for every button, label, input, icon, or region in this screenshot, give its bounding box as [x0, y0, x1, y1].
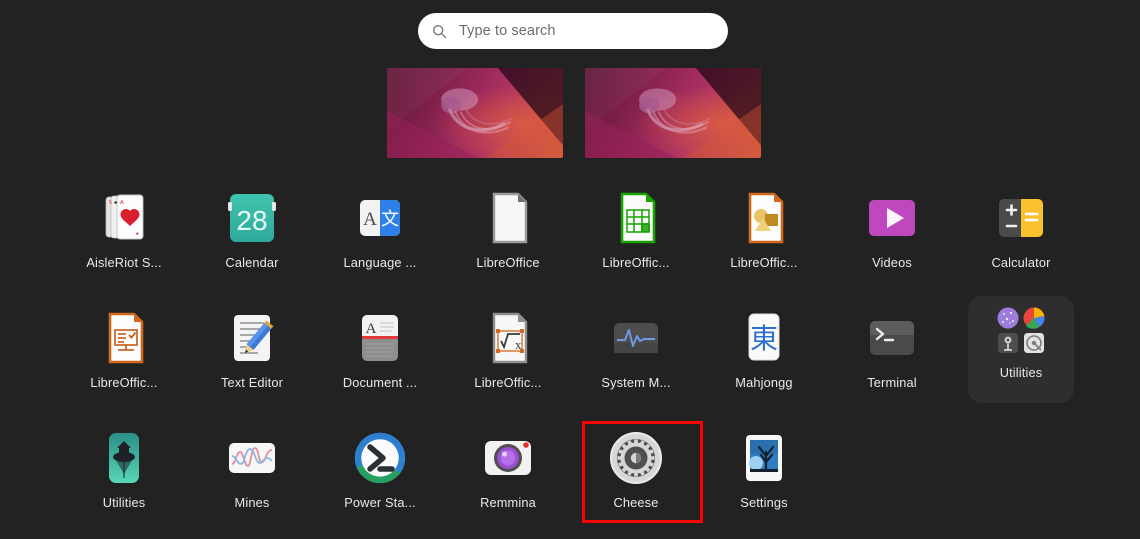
disk-usage-icon — [997, 307, 1019, 329]
svg-text:文: 文 — [381, 209, 399, 229]
power-statistics-icon — [224, 430, 280, 486]
jellyfish-icon — [638, 87, 711, 134]
app-libreoffice-draw[interactable]: LibreOffic... — [708, 190, 820, 286]
app-label: LibreOffic... — [730, 255, 798, 270]
jellyfish-icon — [440, 87, 513, 134]
svg-text:A: A — [366, 321, 377, 337]
app-label: Videos — [872, 255, 912, 270]
app-remmina[interactable]: Power Sta... — [324, 430, 436, 526]
libreoffice-draw-icon — [736, 190, 792, 246]
app-label: Cheese — [613, 495, 659, 510]
search-placeholder-text: Type to search — [459, 23, 556, 39]
app-label: Language ... — [343, 255, 417, 270]
app-label: Settings — [740, 495, 788, 510]
system-monitor-icon — [608, 310, 664, 366]
app-label: AisleRiot S... — [86, 255, 162, 270]
libreoffice-calc-icon — [608, 190, 664, 246]
svg-text:5: 5 — [109, 200, 112, 206]
app-label: Mines — [234, 495, 270, 510]
libreoffice-impress-icon — [96, 310, 152, 366]
app-mines[interactable]: Utilities — [68, 430, 180, 526]
app-label: Utilities — [999, 365, 1043, 380]
app-label: Calendar — [225, 255, 279, 270]
app-libreoffice-impress[interactable]: LibreOffic... — [68, 310, 180, 406]
app-label: Power Sta... — [344, 495, 416, 510]
aisleriot-solitaire-icon: 5 ♣ A ♠ — [96, 190, 152, 246]
app-label: LibreOffic... — [474, 375, 542, 390]
app-cheese[interactable]: Remmina — [452, 430, 564, 526]
utilities-folder-icon — [993, 305, 1049, 357]
mahjong-glyph: 東 — [750, 323, 778, 354]
app-videos[interactable]: Videos — [836, 190, 948, 286]
document-scanner-icon: A — [352, 310, 408, 366]
libreoffice-math-icon: x — [480, 310, 536, 366]
shotwell-icon — [736, 430, 792, 486]
activities-overview: Type to search 5 ♣ A ♠ AisleRiot S... 28… — [0, 0, 1140, 539]
libreoffice-start-center-icon — [480, 190, 536, 246]
app-document-scanner[interactable]: A Document ... — [324, 310, 436, 406]
app-power-statistics[interactable]: Mines — [196, 430, 308, 526]
app-label: System M... — [601, 375, 671, 390]
app-libreoffice[interactable]: LibreOffice — [452, 190, 564, 286]
app-calendar[interactable]: 28 Calendar — [196, 190, 308, 286]
svg-text:A: A — [120, 200, 124, 206]
mines-icon — [96, 430, 152, 486]
app-calculator[interactable]: Calculator — [965, 190, 1077, 286]
app-label: Mahjongg — [735, 375, 793, 390]
app-settings[interactable]: Cheese — [580, 430, 692, 526]
search-icon — [432, 24, 447, 38]
app-label: Text Editor — [220, 375, 284, 390]
terminal-icon — [864, 310, 920, 366]
search-input[interactable]: Type to search — [418, 13, 728, 49]
svg-text:♠: ♠ — [136, 231, 139, 237]
app-label: Remmina — [480, 495, 536, 510]
text-editor-icon — [224, 310, 280, 366]
app-label: LibreOffic... — [602, 255, 670, 270]
workspace-thumbnail-2[interactable] — [585, 68, 761, 158]
app-aisleriot-solitaire[interactable]: 5 ♣ A ♠ AisleRiot S... — [68, 190, 180, 286]
app-mahjongg[interactable]: 東 Mahjongg — [708, 310, 820, 406]
svg-text:28: 28 — [236, 205, 267, 236]
app-label: Calculator — [991, 255, 1051, 270]
app-system-monitor[interactable]: System M... — [580, 310, 692, 406]
app-libreoffice-calc[interactable]: LibreOffic... — [580, 190, 692, 286]
app-utilities-folder[interactable]: Utilities — [965, 305, 1077, 401]
svg-text:A: A — [363, 209, 377, 230]
calendar-icon: 28 — [224, 190, 280, 246]
app-label: Utilities — [102, 495, 146, 510]
app-shotwell[interactable]: Settings — [708, 430, 820, 526]
language-selector-icon: A 文 — [352, 190, 408, 246]
app-language-selector[interactable]: A 文 Language ... — [324, 190, 436, 286]
app-label: Document ... — [342, 375, 418, 390]
remmina-icon — [352, 430, 408, 486]
settings-gear-icon — [608, 430, 664, 486]
cheese-icon — [480, 430, 536, 486]
app-label: LibreOffice — [476, 255, 540, 270]
disk-usage-analyzer-icon — [1023, 307, 1045, 329]
app-libreoffice-math[interactable]: x LibreOffic... — [452, 310, 564, 406]
app-terminal[interactable]: Terminal — [836, 310, 948, 406]
disks-icon — [1024, 333, 1044, 353]
app-label: Terminal — [867, 375, 917, 390]
app-label: LibreOffic... — [90, 375, 158, 390]
svg-text:x: x — [515, 337, 522, 352]
workspace-thumbnail-1[interactable] — [387, 68, 563, 158]
mahjongg-icon: 東 — [736, 310, 792, 366]
app-text-editor[interactable]: Text Editor — [196, 310, 308, 406]
screenshot-icon — [998, 333, 1018, 353]
videos-icon — [864, 190, 920, 246]
calculator-icon — [993, 190, 1049, 246]
